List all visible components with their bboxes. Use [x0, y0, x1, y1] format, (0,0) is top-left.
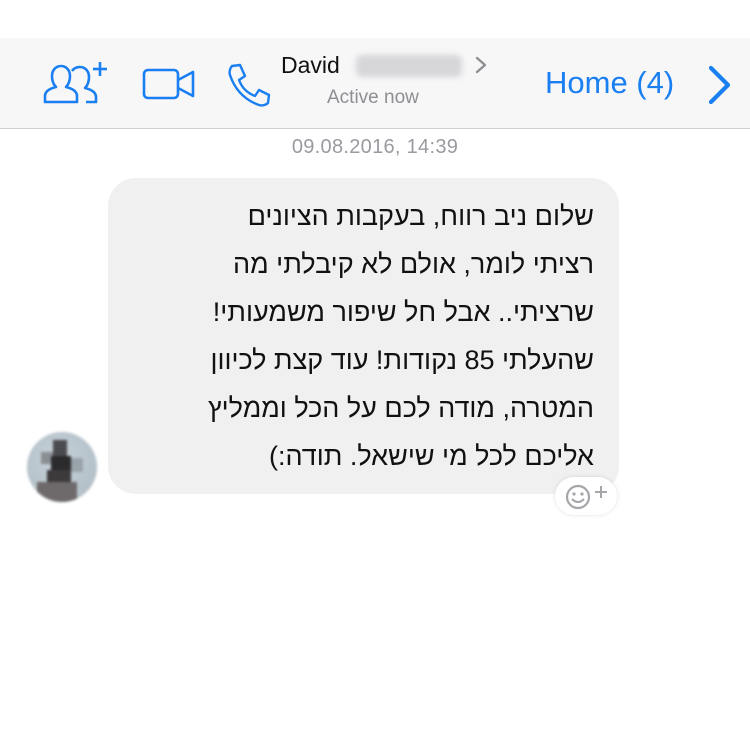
- message-bubble[interactable]: שלום ניב רווח, בעקבות הציונים רציתי לומר…: [108, 178, 619, 494]
- message-timestamp: 09.08.2016, 14:39: [291, 136, 459, 158]
- add-people-icon[interactable]: [42, 60, 110, 106]
- phone-icon[interactable]: [226, 62, 272, 108]
- active-status: Active now: [327, 87, 419, 108]
- home-button[interactable]: Home (4): [545, 65, 674, 101]
- smiley-plus-icon: [565, 484, 607, 510]
- chevron-right-icon[interactable]: [474, 56, 488, 79]
- message-line: שהעלתי 85 נקודות! עוד קצת לכיוון: [210, 345, 594, 375]
- avatar[interactable]: [27, 432, 97, 502]
- message-line: רציתי לומר, אולם לא קיבלתי מה: [233, 249, 594, 279]
- video-camera-icon[interactable]: [142, 68, 196, 100]
- contact-name[interactable]: David: [281, 52, 340, 79]
- message-line: אליכם לכל מי שישאל. תודה:): [268, 441, 594, 471]
- message-line: שרציתי.. אבל חל שיפור משמעותי!: [212, 297, 594, 327]
- chevron-right-icon[interactable]: [706, 64, 734, 111]
- message-line: שלום ניב רווח, בעקבות הציונים: [247, 201, 594, 231]
- contact-surname-redacted: [356, 55, 462, 77]
- reaction-button[interactable]: [555, 477, 617, 515]
- message-line: המטרה, מודה לכם על הכל וממליץ: [208, 393, 594, 423]
